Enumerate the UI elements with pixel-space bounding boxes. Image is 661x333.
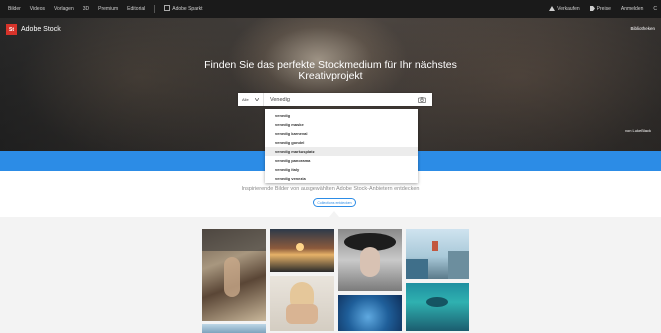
sell-icon: [549, 5, 556, 13]
suggestion-item[interactable]: venedig: [265, 111, 418, 120]
nav-item-adobe-spark[interactable]: Adobe Sparkt: [164, 5, 203, 13]
tag-icon: [589, 5, 595, 13]
nav-item-premium[interactable]: Premium: [98, 6, 118, 12]
suggestion-item[interactable]: venedig karneval: [265, 129, 418, 138]
suggestion-item[interactable]: venedig gondel: [265, 138, 418, 147]
nav-item-3d[interactable]: 3D: [83, 6, 89, 12]
suggestion-item[interactable]: venedig italy: [265, 165, 418, 174]
image-tile-jumper[interactable]: [406, 229, 469, 279]
nav-right: Verkaufen Preise Anmelden C: [549, 5, 661, 13]
libraries-link[interactable]: Bibliotheken: [630, 26, 655, 31]
tile-detail: [426, 297, 448, 307]
adobe-stock-logo[interactable]: St Adobe Stock: [6, 24, 61, 35]
image-credit[interactable]: von LukeBlack: [625, 128, 651, 133]
spark-icon: [164, 5, 171, 13]
search-bar: Alle Venedig: [238, 93, 432, 106]
tile-detail: [448, 251, 469, 279]
collections-tagline: Inspirierende Bilder von ausgewählten Ad…: [241, 186, 420, 192]
nav-anmelden[interactable]: Anmelden: [621, 6, 644, 12]
suggestion-item[interactable]: venedig venezia: [265, 174, 418, 183]
image-tile-woman-hat[interactable]: [338, 229, 402, 291]
image-tile-underwater[interactable]: [406, 283, 469, 331]
suggestion-item[interactable]: venedig panorama: [265, 156, 418, 165]
tile-detail: [406, 259, 428, 279]
image-tile-stars[interactable]: [338, 295, 402, 331]
nav-more[interactable]: C: [653, 6, 657, 12]
hero-headline-line2: Kreativprojekt: [298, 70, 363, 82]
tile-detail: [432, 241, 438, 251]
nav-divider: [154, 5, 156, 13]
suggestion-item[interactable]: venedig maske: [265, 120, 418, 129]
nav-item-bilder[interactable]: Bilder: [8, 6, 21, 12]
nav-verkaufen[interactable]: Verkaufen: [549, 5, 580, 13]
logo-text: Adobe Stock: [21, 26, 61, 33]
image-tile-landscape[interactable]: [202, 324, 266, 333]
image-tile-sunset-swimmer[interactable]: [270, 229, 334, 272]
nav-item-vorlagen[interactable]: Vorlagen: [54, 6, 74, 12]
nav-preise[interactable]: Preise: [589, 5, 611, 13]
tile-detail: [286, 304, 318, 324]
search-filter-label: Alle: [242, 97, 249, 102]
image-tile-face-hands[interactable]: [270, 276, 334, 331]
hero-headline: Finden Sie das perfekte Stockmedium für …: [0, 60, 661, 82]
tile-detail: [224, 257, 240, 297]
chevron-down-icon: [254, 97, 260, 102]
nav-verkaufen-label: Verkaufen: [557, 6, 580, 12]
suggestion-item-highlighted[interactable]: venedig markusplatz: [265, 147, 418, 156]
top-navigation: Bilder Videos Vorlagen 3D Premium Editor…: [0, 0, 661, 18]
nav-item-videos[interactable]: Videos: [30, 6, 45, 12]
image-tile-shelf-girl[interactable]: [202, 229, 266, 321]
search-input[interactable]: Venedig: [264, 97, 416, 103]
logo-mark: St: [6, 24, 17, 35]
tile-detail: [202, 229, 266, 251]
search-filter-dropdown[interactable]: Alle: [238, 93, 264, 106]
section-caret: [329, 211, 339, 217]
nav-preise-label: Preise: [596, 6, 611, 12]
nav-links: Bilder Videos Vorlagen 3D Premium Editor…: [0, 5, 203, 13]
nav-item-editorial[interactable]: Editorial: [127, 6, 145, 12]
tile-detail: [360, 247, 380, 277]
camera-icon[interactable]: [416, 96, 428, 103]
search-suggestions: venedig venedig maske venedig karneval v…: [265, 109, 418, 183]
collections-button[interactable]: Collections entdecken: [313, 198, 356, 207]
nav-item-adobe-spark-label: Adobe Sparkt: [172, 6, 203, 12]
tile-detail: [296, 243, 304, 251]
